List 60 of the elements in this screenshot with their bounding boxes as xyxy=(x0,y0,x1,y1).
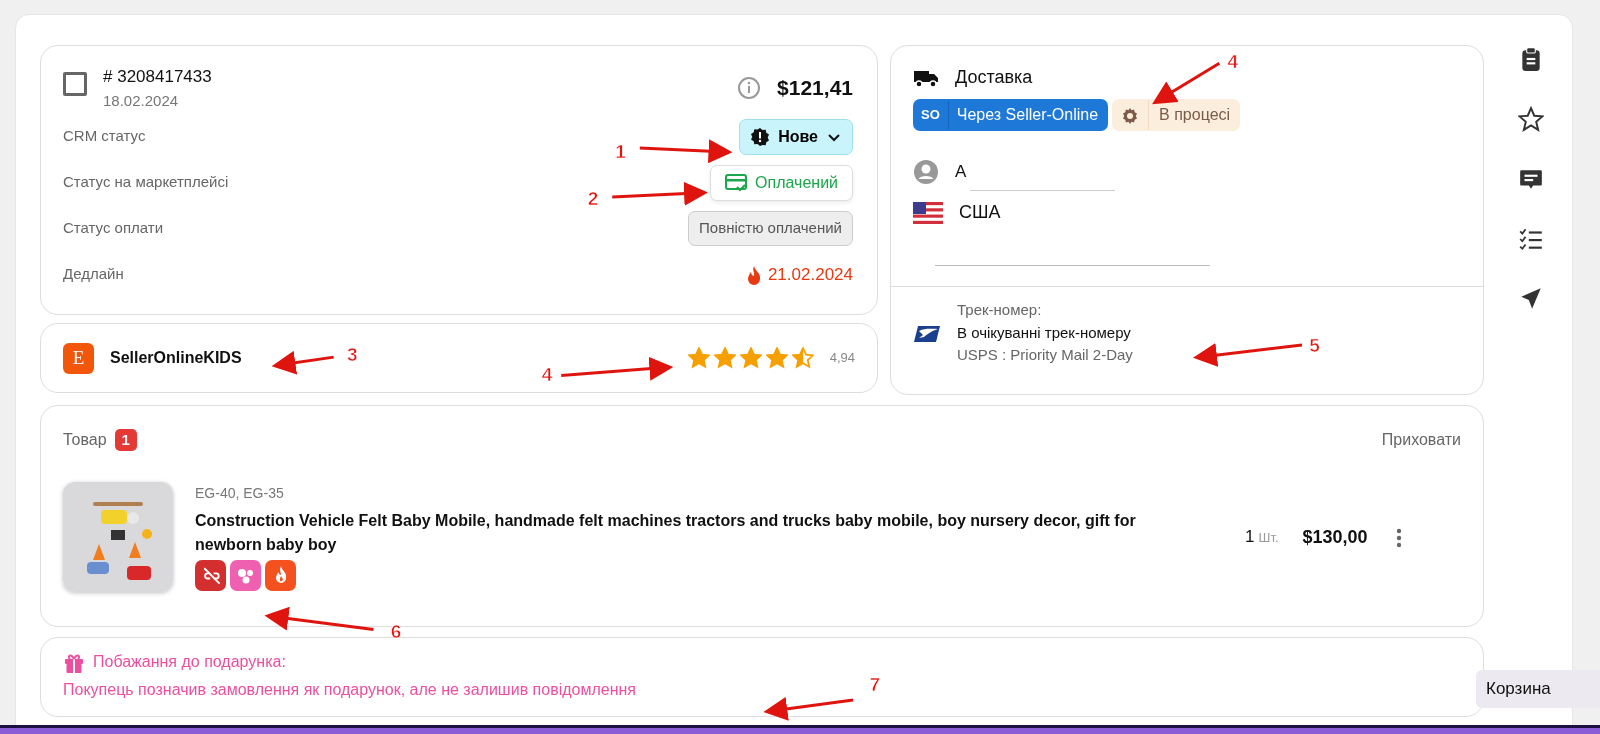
annotation-number: 2 xyxy=(587,187,599,209)
gift-title: Побажання до подарунка: xyxy=(93,652,286,672)
order-total: $121,41 xyxy=(777,75,853,101)
alert-badge-icon xyxy=(750,126,771,147)
marketplace-status-badge: Оплачений xyxy=(710,164,853,201)
annotation-arrow xyxy=(271,350,334,375)
hide-link[interactable]: Приховати xyxy=(1381,428,1461,452)
shop-name: SellerOnlineKIDS xyxy=(110,348,242,368)
payment-status-badge: Повністю оплачений xyxy=(688,211,853,246)
star-icon xyxy=(687,347,710,369)
truck-icon xyxy=(913,68,939,89)
annotation-number: 3 xyxy=(346,344,358,366)
customer-name: А xyxy=(955,161,967,184)
deadline-date: 21.02.2024 xyxy=(767,263,853,286)
delivery-method-badge: SO Через Seller-Online xyxy=(913,99,1109,131)
field-label: Трек-номер: xyxy=(957,300,1043,320)
order-number: # 3208417433 xyxy=(103,66,213,88)
order-date: 18.02.2024 xyxy=(103,90,180,111)
tracking-status: В очікуванні трек-номеру xyxy=(957,322,1131,343)
product-title[interactable]: Construction Vehicle Felt Baby Mobile, handmade felt machines tractors and trucks baby mobile, boy nursery decor, gift for newborn baby boy xyxy=(195,509,1195,556)
shipping-service: USPS : Priority Mail 2-Day xyxy=(957,345,1133,365)
delivery-status-badge: В процесі xyxy=(1112,99,1241,131)
gift-message: Покупець позначив замовлення як подарунок, але не залишив повідомлення xyxy=(63,681,636,698)
star-button[interactable] xyxy=(1518,106,1544,132)
info-icon xyxy=(737,75,762,100)
field-label: Дедлайн xyxy=(63,264,124,285)
eagle-logo-icon xyxy=(913,324,941,343)
service-logo: SO xyxy=(913,101,949,129)
annotation-number: 1 xyxy=(615,141,626,162)
product-price: $130,00 xyxy=(1302,525,1368,549)
us-flag-icon xyxy=(913,202,943,224)
annotation-number: 4 xyxy=(541,364,553,386)
crm-status-dropdown[interactable]: Нове xyxy=(739,118,853,155)
section-title: Доставка xyxy=(955,66,1033,89)
flame-icon xyxy=(745,264,762,285)
star-icon xyxy=(765,347,788,369)
count-badge: 1 xyxy=(114,428,137,452)
card-check-icon xyxy=(725,173,748,192)
annotation-number: 7 xyxy=(869,673,880,695)
field-label: Статус на маркетплейсі xyxy=(63,172,229,193)
rating-value: 4,94 xyxy=(829,349,855,368)
annotation-number: 5 xyxy=(1309,334,1320,356)
annotation-arrow xyxy=(1152,61,1221,105)
tooltip: Корзина xyxy=(1476,670,1600,708)
user-icon xyxy=(913,159,939,185)
checklist-button[interactable] xyxy=(1518,226,1544,252)
star-icon xyxy=(713,347,736,369)
annotation-number: 4 xyxy=(1227,51,1239,73)
annotation-number: 6 xyxy=(390,620,402,642)
gift-icon xyxy=(63,651,85,674)
quantity: 1 Шт. xyxy=(1245,526,1279,549)
star-icon xyxy=(739,347,762,369)
sku-text: EG-40, EG-35 xyxy=(195,484,285,504)
field-label: Статус оплати xyxy=(63,218,164,239)
section-title: Товар xyxy=(63,430,107,450)
shop-logo: E xyxy=(63,342,94,374)
checkbox[interactable] xyxy=(63,72,87,96)
field-label: CRM статус xyxy=(63,126,146,147)
star-icon xyxy=(791,347,814,369)
country-name: США xyxy=(959,201,1001,224)
